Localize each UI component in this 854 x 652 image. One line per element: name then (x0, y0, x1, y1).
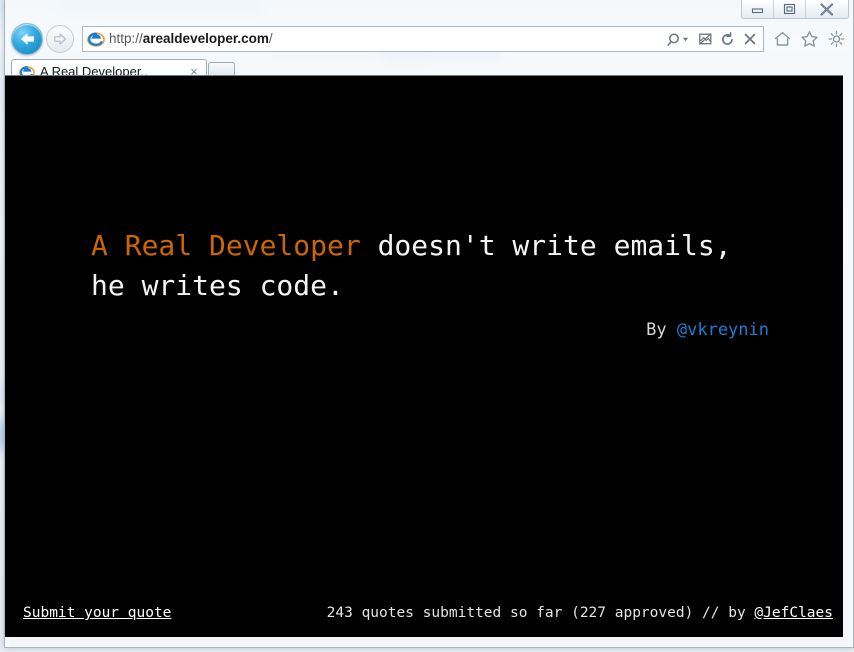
navigation-toolbar: http://arealdeveloper.com/ (5, 20, 853, 58)
compatibility-view-icon[interactable] (695, 28, 716, 50)
favorites-icon[interactable] (797, 27, 821, 51)
command-bar (770, 27, 848, 51)
footer-stats: 243 quotes submitted so far (227 approve… (171, 605, 833, 621)
address-bar[interactable]: http://arealdeveloper.com/ (82, 26, 764, 52)
stop-icon[interactable] (739, 28, 760, 50)
quote-author-handle-link[interactable]: @vkreynin (677, 320, 769, 340)
back-button[interactable] (11, 23, 43, 55)
quote-text: A Real Developer doesn't write emails, h… (91, 226, 771, 306)
nav-arrows (11, 23, 74, 55)
desktop-background: http://arealdeveloper.com/ A Real Develo… (0, 0, 854, 652)
title-bar (5, 0, 853, 20)
forward-button[interactable] (46, 25, 74, 53)
submit-your-quote-link[interactable]: Submit your quote (23, 605, 171, 621)
minimize-button[interactable] (742, 0, 774, 18)
tools-gear-icon[interactable] (824, 27, 848, 51)
search-icon[interactable] (665, 28, 694, 50)
quote-byline-prefix: By (646, 320, 677, 340)
url-host: arealdeveloper.com (142, 31, 269, 46)
home-icon[interactable] (770, 27, 794, 51)
window-controls (741, 0, 849, 19)
refresh-icon[interactable] (717, 28, 738, 50)
site-footer: Submit your quote 243 quotes submitted s… (5, 601, 843, 625)
footer-left: Submit your quote (23, 605, 171, 621)
restore-button[interactable] (774, 0, 806, 18)
quote-author: By @vkreynin (91, 320, 771, 340)
url-text[interactable]: http://arealdeveloper.com/ (109, 27, 665, 51)
window-bottom-edge (10, 637, 848, 646)
quote-highlight-text: A Real Developer (91, 229, 361, 262)
close-button[interactable] (806, 0, 848, 18)
jefclaes-credit-link[interactable]: @JefClaes (754, 605, 833, 621)
url-path: / (268, 31, 273, 46)
footer-stats-text: 243 quotes submitted so far (227 approve… (326, 605, 755, 621)
address-bar-buttons (665, 27, 762, 51)
quote-block: A Real Developer doesn't write emails, h… (91, 226, 771, 340)
page-viewport: A Real Developer doesn't write emails, h… (5, 75, 843, 637)
arealdeveloper-site: A Real Developer doesn't write emails, h… (5, 76, 843, 637)
url-scheme: http:// (109, 31, 143, 46)
ie-logo-icon (87, 30, 105, 48)
